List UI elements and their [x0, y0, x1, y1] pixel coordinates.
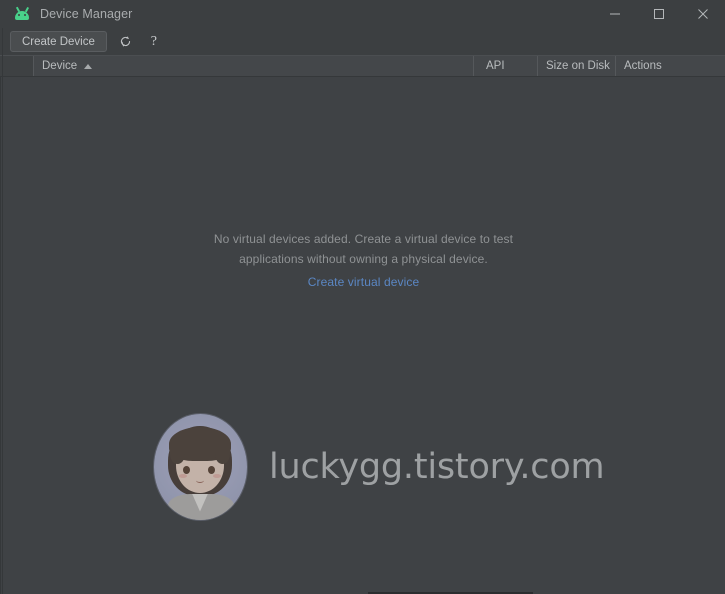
column-header-device[interactable]: Device	[33, 56, 473, 76]
maximize-icon[interactable]	[637, 0, 681, 28]
window-left-border	[2, 28, 3, 594]
watermark: luckygg.tistory.com	[154, 410, 605, 523]
empty-state: No virtual devices added. Create a virtu…	[1, 229, 725, 291]
sort-ascending-icon	[84, 63, 93, 69]
profile-avatar	[154, 413, 247, 520]
refresh-icon[interactable]	[117, 33, 135, 51]
title-bar: Device Manager	[0, 0, 725, 28]
column-header-api-label: API	[486, 60, 505, 72]
column-header-actions[interactable]: Actions	[615, 56, 725, 76]
android-robot-icon	[14, 6, 30, 22]
help-icon[interactable]: ?	[145, 33, 163, 51]
device-manager-window: Device Manager Create Device ? Device AP…	[0, 0, 725, 594]
minimize-icon[interactable]	[593, 0, 637, 28]
watermark-text: luckygg.tistory.com	[269, 446, 605, 487]
empty-state-line-2: applications without owning a physical d…	[239, 252, 488, 266]
column-header-size-on-disk-label: Size on Disk	[546, 60, 610, 72]
table-header-row: Device API Size on Disk Actions	[0, 55, 725, 77]
create-virtual-device-link[interactable]: Create virtual device	[308, 275, 419, 289]
window-controls	[593, 0, 725, 28]
window-title: Device Manager	[40, 7, 133, 21]
create-device-button[interactable]: Create Device	[10, 31, 107, 52]
toolbar: Create Device ?	[0, 28, 725, 55]
column-header-device-label: Device	[42, 60, 78, 72]
empty-state-line-1: No virtual devices added. Create a virtu…	[213, 232, 514, 246]
column-header-actions-label: Actions	[624, 60, 662, 72]
column-header-api[interactable]: API	[473, 56, 537, 76]
column-header-gutter	[0, 56, 33, 76]
close-icon[interactable]	[681, 0, 725, 28]
device-list-body: No virtual devices added. Create a virtu…	[0, 77, 725, 594]
column-header-size-on-disk[interactable]: Size on Disk	[537, 56, 615, 76]
